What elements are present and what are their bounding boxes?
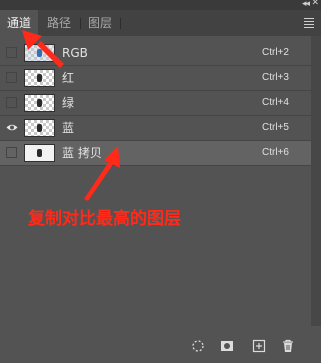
new-channel-icon[interactable] — [252, 338, 266, 353]
annotation-arrows — [22, 30, 120, 201]
save-selection-icon[interactable] — [220, 338, 234, 352]
panel-bottom-bar — [0, 326, 321, 363]
load-selection-icon[interactable] — [191, 338, 205, 352]
delete-icon[interactable] — [281, 338, 295, 352]
annotation-text: 复制对比最高的图层 — [28, 209, 181, 229]
